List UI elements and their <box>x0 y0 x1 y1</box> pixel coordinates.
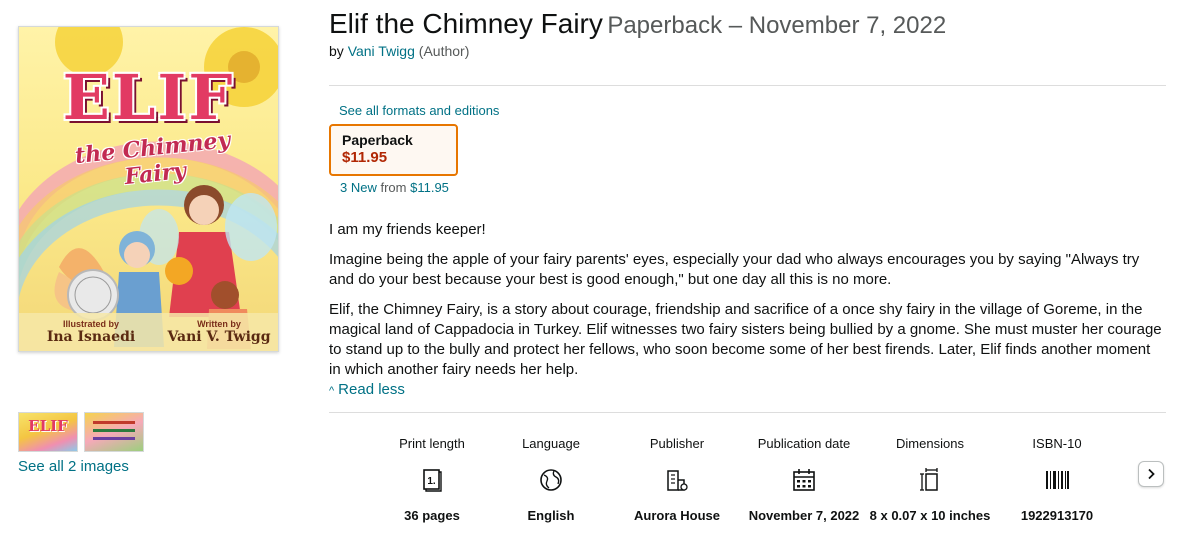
detail-label: Language <box>522 436 580 451</box>
book-cover-image[interactable]: ELIF the Chimney Fairy Illustrated by In… <box>18 26 279 352</box>
read-less-link[interactable]: ^ Read less <box>329 381 405 398</box>
detail-label: Dimensions <box>896 436 964 451</box>
chevron-up-icon: ^ <box>329 385 335 397</box>
byline: by Vani Twigg (Author) <box>329 43 469 59</box>
detail-value: English <box>527 508 575 523</box>
cover-title-text: ELIF <box>62 61 235 134</box>
illustrator-name: Ina Isnaedi <box>46 329 136 345</box>
read-less-label: Read less <box>338 381 405 398</box>
writer-name: Vani V. Twigg <box>167 329 271 345</box>
description-paragraph: Elif, the Chimney Fairy, is a story abou… <box>329 301 1162 378</box>
detail-publication-date: Publication date November 7, 2022 <box>740 436 868 523</box>
new-offers-link[interactable]: 3 New <box>340 180 377 195</box>
detail-language: Language English <box>487 436 615 523</box>
product-title: Elif the Chimney Fairy <box>329 8 603 39</box>
product-title-line: Elif the Chimney Fairy Paperback – Novem… <box>329 8 946 40</box>
detail-label: Print length <box>399 436 465 451</box>
format-option-paperback[interactable]: Paperback $11.95 <box>329 124 458 176</box>
new-offers: 3 New from $11.95 <box>340 180 449 195</box>
detail-value: Aurora House <box>634 508 720 523</box>
thumbnail-front-cover[interactable]: ELIF <box>18 412 78 452</box>
thumbnail-title: ELIF <box>28 417 68 435</box>
globe-icon <box>540 469 562 491</box>
by-label: by <box>329 43 344 59</box>
author-role: (Author) <box>418 43 470 59</box>
thumbnail-stripe <box>93 421 135 424</box>
detail-print-length: Print length 1. 36 pages <box>368 436 496 523</box>
written-by-label: Written by <box>197 319 241 329</box>
illustrated-by-label: Illustrated by <box>62 319 119 329</box>
image-thumbnails: ELIF <box>18 412 144 452</box>
carousel-next-button[interactable] <box>1138 461 1164 487</box>
cover-writer-credit: Written by Vani V. Twigg <box>159 319 278 345</box>
detail-label: Publication date <box>757 436 851 451</box>
building-icon <box>667 470 688 491</box>
divider <box>329 85 1166 86</box>
from-price-link[interactable]: $11.95 <box>410 180 449 195</box>
thumbnail-stripe <box>93 429 135 432</box>
calendar-icon <box>793 469 815 491</box>
book-pages-icon: 1. <box>423 469 442 492</box>
format-price: $11.95 <box>342 149 388 166</box>
format-name: Paperback <box>342 132 413 148</box>
description-paragraph: I am my friends keeper! <box>329 221 486 238</box>
svg-text:1.: 1. <box>427 476 436 487</box>
see-all-formats-link[interactable]: See all formats and editions <box>339 103 499 118</box>
thumbnail-stripe <box>93 437 135 440</box>
detail-value: 8 x 0.07 x 10 inches <box>869 508 991 523</box>
from-label: from <box>380 180 407 195</box>
detail-value: November 7, 2022 <box>748 508 860 523</box>
see-all-images-link[interactable]: See all 2 images <box>18 458 129 475</box>
detail-isbn-10: ISBN-10 1922913170 <box>993 436 1121 523</box>
thumbnail-back-cover[interactable] <box>84 412 144 452</box>
detail-dimensions: Dimensions 8 x 0.07 x 10 inches <box>866 436 994 523</box>
detail-value: 36 pages <box>404 508 460 523</box>
barcode-icon <box>1046 471 1069 489</box>
detail-publisher: Publisher Aurora House <box>613 436 741 523</box>
author-link[interactable]: Vani Twigg <box>348 43 415 59</box>
cover-illustrator-credit: Illustrated by Ina Isnaedi <box>41 319 141 345</box>
detail-value: 1922913170 <box>1020 508 1094 523</box>
ruler-book-icon <box>920 468 938 491</box>
chevron-right-icon <box>1148 468 1155 480</box>
product-format-date: Paperback – November 7, 2022 <box>607 12 947 39</box>
divider <box>329 412 1166 413</box>
description-paragraph: Imagine being the apple of your fairy pa… <box>329 251 1140 288</box>
detail-label: Publisher <box>649 436 705 451</box>
detail-label: ISBN-10 <box>1032 436 1082 451</box>
